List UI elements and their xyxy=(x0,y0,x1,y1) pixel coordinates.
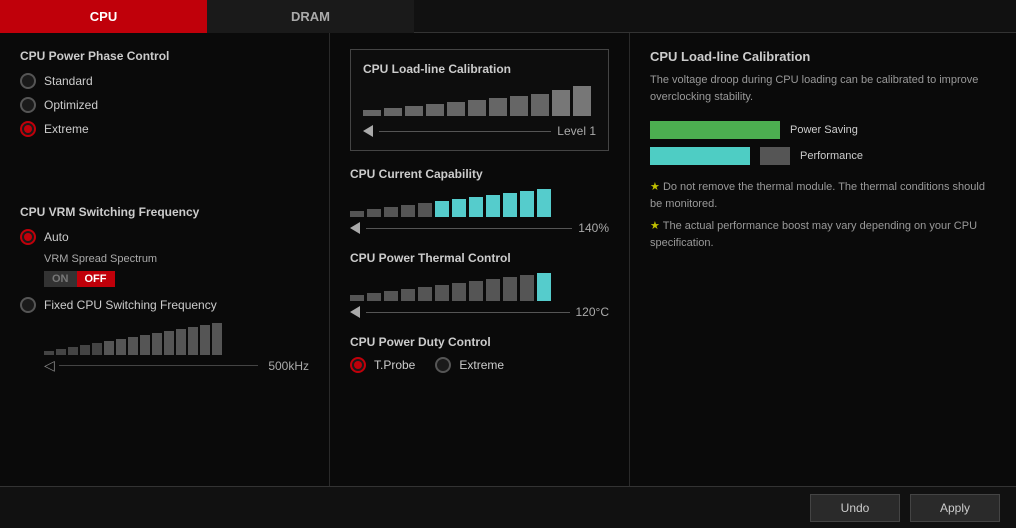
duty-section: CPU Power Duty Control T.Probe Extreme xyxy=(350,335,609,373)
main-content: CPU Power Phase Control Standard Optimiz… xyxy=(0,33,1016,486)
tab-dram[interactable]: DRAM xyxy=(207,0,414,33)
load-line-arrow xyxy=(363,125,373,137)
radio-duty-tprobe xyxy=(350,357,366,373)
info-description: The voltage droop during CPU loading can… xyxy=(650,72,996,105)
bar-gray-fill xyxy=(760,147,790,165)
bar-performance-label: Performance xyxy=(800,150,863,162)
thermal-title: CPU Power Thermal Control xyxy=(350,251,609,265)
duty-tprobe[interactable]: T.Probe xyxy=(350,357,415,373)
phase-standard-label: Standard xyxy=(44,74,93,88)
radio-duty-extreme xyxy=(435,357,451,373)
current-cap-arrow xyxy=(350,222,360,234)
vrm-title: CPU VRM Switching Frequency xyxy=(20,205,309,219)
bar-green-fill xyxy=(650,121,780,139)
apply-button[interactable]: Apply xyxy=(910,494,1000,522)
spread-spectrum-label: VRM Spread Spectrum xyxy=(44,253,157,265)
tab-cpu[interactable]: CPU xyxy=(0,0,207,33)
bar-power-saving: Power Saving xyxy=(650,121,996,139)
vrm-auto-label: Auto xyxy=(44,230,69,244)
thermal-section: CPU Power Thermal Control 120°C xyxy=(350,251,609,319)
duty-title: CPU Power Duty Control xyxy=(350,335,609,349)
current-cap-slider-row[interactable]: 140% xyxy=(350,221,609,235)
phase-standard[interactable]: Standard xyxy=(20,73,309,89)
toggle-on-button[interactable]: ON xyxy=(44,271,77,287)
left-panel: CPU Power Phase Control Standard Optimiz… xyxy=(0,33,330,486)
duty-tprobe-label: T.Probe xyxy=(374,358,415,372)
radio-vrm-auto xyxy=(20,229,36,245)
fixed-freq-value: 500kHz xyxy=(268,359,309,373)
thermal-steps xyxy=(350,273,609,301)
duty-radio-group: T.Probe Extreme xyxy=(350,357,609,373)
note-1: ★ Do not remove the thermal module. The … xyxy=(650,179,996,212)
duty-extreme[interactable]: Extreme xyxy=(435,357,504,373)
toggle-off-button[interactable]: OFF xyxy=(77,271,115,287)
spread-spectrum-row: VRM Spread Spectrum xyxy=(44,253,309,265)
load-line-box: CPU Load-line Calibration Level 1 xyxy=(350,49,609,151)
notes-section: ★ Do not remove the thermal module. The … xyxy=(650,179,996,251)
vrm-fixed-label: Fixed CPU Switching Frequency xyxy=(44,298,217,312)
phase-control-group: Standard Optimized Extreme xyxy=(20,73,309,137)
vrm-fixed[interactable]: Fixed CPU Switching Frequency xyxy=(20,297,309,313)
info-title: CPU Load-line Calibration xyxy=(650,49,996,64)
thermal-arrow xyxy=(350,306,360,318)
radio-vrm-fixed xyxy=(20,297,36,313)
load-line-title: CPU Load-line Calibration xyxy=(363,62,596,76)
load-line-slider[interactable]: Level 1 xyxy=(363,124,596,138)
bar-teal-fill xyxy=(650,147,750,165)
fixed-freq-slider[interactable]: ◁ 500kHz xyxy=(44,323,309,374)
load-line-value: Level 1 xyxy=(557,124,596,138)
phase-control-title: CPU Power Phase Control xyxy=(20,49,309,63)
tab-bar: CPU DRAM xyxy=(0,0,1016,33)
bar-performance: Performance xyxy=(650,147,996,165)
undo-button[interactable]: Undo xyxy=(810,494,900,522)
current-cap-title: CPU Current Capability xyxy=(350,167,609,181)
phase-extreme-label: Extreme xyxy=(44,122,89,136)
vrm-auto[interactable]: Auto xyxy=(20,229,309,245)
bar-power-saving-label: Power Saving xyxy=(790,124,858,136)
radio-standard xyxy=(20,73,36,89)
phase-optimized-label: Optimized xyxy=(44,98,98,112)
right-panel: CPU Load-line Calibration The voltage dr… xyxy=(630,33,1016,486)
duty-extreme-label: Extreme xyxy=(459,358,504,372)
phase-extreme[interactable]: Extreme xyxy=(20,121,309,137)
middle-panel: CPU Load-line Calibration Level 1 xyxy=(330,33,630,486)
thermal-slider-row[interactable]: 120°C xyxy=(350,305,609,319)
current-cap-steps xyxy=(350,189,609,217)
radio-optimized xyxy=(20,97,36,113)
current-cap-value: 140% xyxy=(578,221,609,235)
bottom-bar: Undo Apply xyxy=(0,486,1016,528)
note-2: ★ The actual performance boost may vary … xyxy=(650,218,996,251)
radio-extreme xyxy=(20,121,36,137)
thermal-value: 120°C xyxy=(576,305,610,319)
phase-optimized[interactable]: Optimized xyxy=(20,97,309,113)
fixed-slider-arrow: ◁ xyxy=(44,357,55,374)
current-cap-section: CPU Current Capability 140% xyxy=(350,167,609,235)
load-line-steps xyxy=(363,86,596,116)
